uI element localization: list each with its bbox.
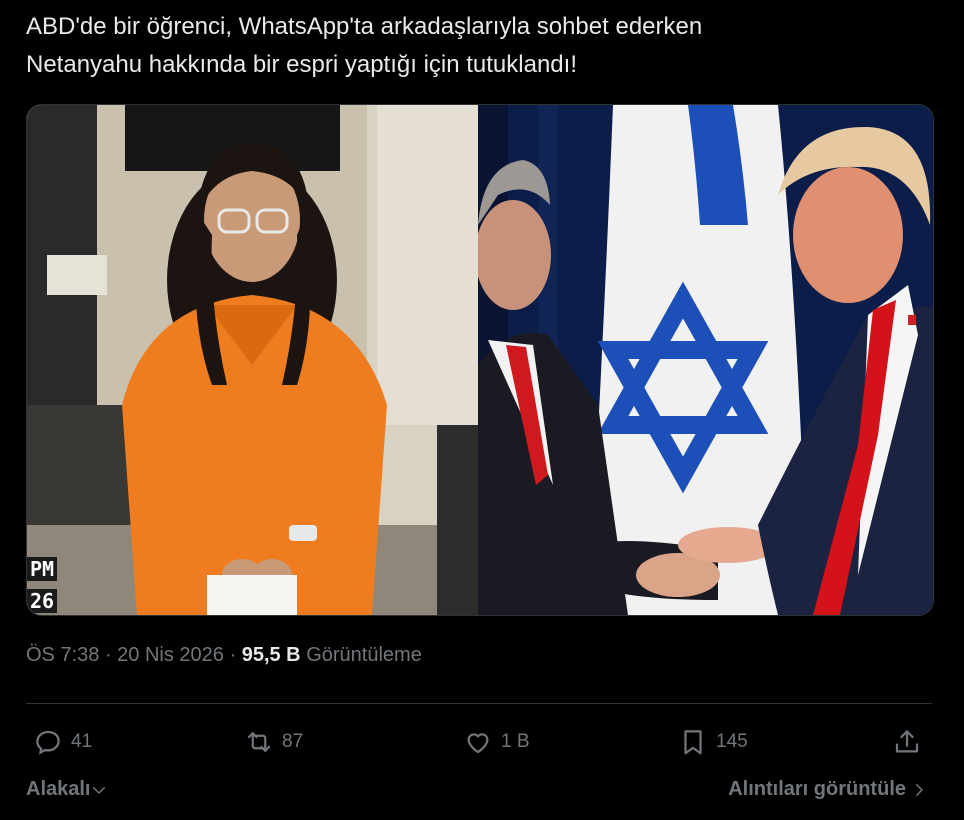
- bookmark-icon: [684, 730, 702, 755]
- bookmark-count: 145: [716, 731, 748, 752]
- like-count: 1 B: [501, 731, 530, 752]
- retweet-icon: [247, 732, 271, 752]
- video-timestamp-time: PM: [27, 557, 58, 581]
- share-icon: [895, 730, 919, 753]
- view-quotes-label: Alıntıları görüntüle: [728, 778, 906, 800]
- sort-label: Alakalı: [26, 778, 91, 800]
- reply-button[interactable]: 41: [33, 722, 92, 762]
- video-timestamp-number: 26: [27, 589, 58, 613]
- reply-count: 41: [71, 731, 93, 752]
- retweet-button[interactable]: 87: [244, 722, 303, 762]
- chevron-down-icon: [93, 786, 106, 794]
- chevron-right-icon: [916, 783, 923, 796]
- meta-separator: ·: [99, 644, 118, 666]
- tweet-meta: ÖS 7:38 · 20 Nis 2026 · 95,5 B Görüntüle…: [26, 644, 422, 667]
- arrested-student-image: [27, 105, 478, 615]
- tweet-text: ABD'de bir öğrenci, WhatsApp'ta arkadaşl…: [26, 13, 703, 78]
- tweet-time[interactable]: ÖS 7:38: [26, 644, 99, 666]
- tweet-actions: 41 87 1 B 145: [0, 722, 964, 762]
- tweet-date[interactable]: 20 Nis 2026: [117, 644, 224, 666]
- divider: [26, 703, 932, 704]
- media-photo-right[interactable]: [478, 105, 933, 615]
- reply-icon: [36, 730, 60, 755]
- views-count: 95,5 B: [241, 644, 301, 666]
- views-label: Görüntüleme: [306, 644, 422, 666]
- bookmark-button[interactable]: 145: [678, 722, 748, 762]
- handshake-flag-image: [478, 105, 933, 615]
- share-button[interactable]: [892, 722, 930, 762]
- view-quotes-link[interactable]: Alıntıları görüntüle: [728, 778, 928, 801]
- sort-dropdown[interactable]: Alakalı: [26, 778, 108, 801]
- media-photo-left[interactable]: PM 26: [27, 105, 478, 615]
- tweet-media[interactable]: PM 26: [26, 104, 934, 616]
- like-button[interactable]: 1 B: [463, 722, 530, 762]
- reply-controls: Alakalı Alıntıları görüntüle: [0, 774, 964, 810]
- like-icon: [467, 733, 489, 754]
- retweet-count: 87: [282, 731, 304, 752]
- meta-separator: ·: [223, 644, 242, 666]
